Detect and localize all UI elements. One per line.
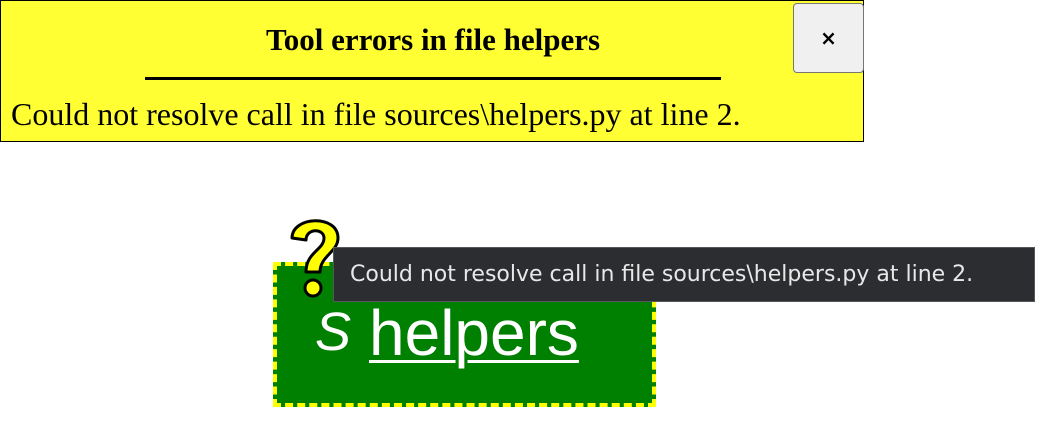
node-kind-label: S bbox=[315, 302, 352, 362]
banner-message: Could not resolve call in file sources\h… bbox=[11, 96, 741, 132]
module-link[interactable]: helpers bbox=[369, 300, 579, 366]
error-banner: Tool errors in file helpers Could not re… bbox=[0, 0, 864, 142]
close-button[interactable]: × bbox=[793, 3, 864, 73]
error-tooltip: Could not resolve call in file sources\h… bbox=[333, 247, 1035, 302]
banner-title: Tool errors in file helpers bbox=[265, 22, 601, 57]
banner-divider bbox=[145, 77, 721, 80]
